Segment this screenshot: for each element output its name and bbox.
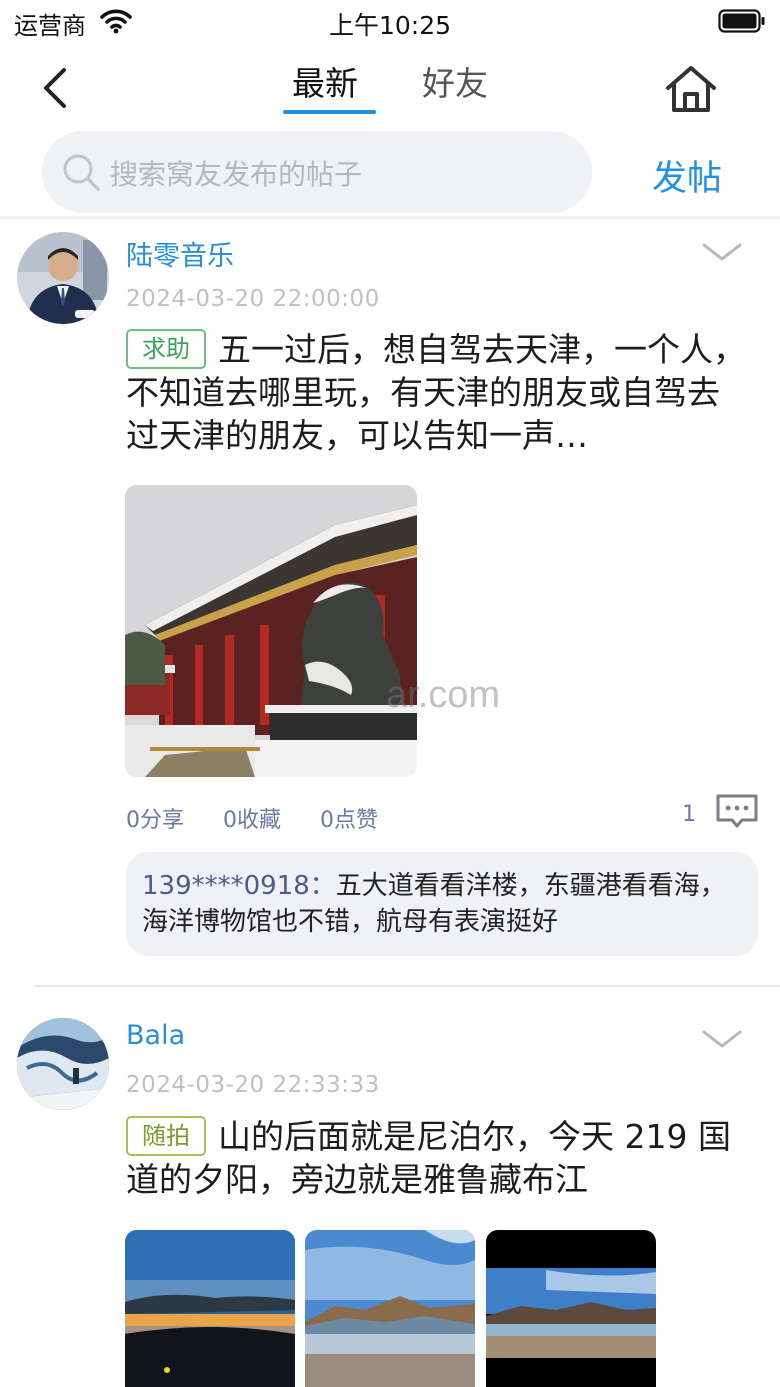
chevron-down-icon[interactable] <box>700 1027 744 1051</box>
post-image[interactable] <box>305 1230 475 1387</box>
reply-preview[interactable]: 139****0918：五大道看看洋楼，东疆港看看海，海洋博物馆也不错，航母有表… <box>126 852 758 956</box>
header-divider <box>0 216 780 219</box>
avatar[interactable] <box>17 1018 109 1110</box>
snowy-palace-stone-lion-image <box>125 485 417 777</box>
share-button[interactable]: 0分享 <box>126 802 184 834</box>
like-button[interactable]: 0点赞 <box>320 802 378 834</box>
battery-icon <box>718 9 765 33</box>
avatar[interactable] <box>17 232 109 324</box>
post-username[interactable]: 陆零音乐 <box>126 234 234 273</box>
tab-friends[interactable]: 好友 <box>422 62 488 112</box>
post-text: 五一过后，想自驾去天津，一个人，不知道去哪里玩，有天津的朋友或自驾去过天津的朋友… <box>126 330 746 455</box>
back-arrow-icon[interactable] <box>26 62 82 114</box>
post-actions: 0分享 0收藏 0点赞 1 <box>126 794 766 838</box>
tab-latest[interactable]: 最新 <box>292 62 358 112</box>
post-timestamp: 2024-03-20 22:33:33 <box>126 1072 380 1098</box>
post-image[interactable] <box>486 1230 656 1387</box>
post-text: 山的后面就是尼泊尔，今天 219 国道的夕阳，旁边就是雅鲁藏布江 <box>126 1117 731 1199</box>
favorite-button[interactable]: 0收藏 <box>223 802 281 834</box>
reply-username[interactable]: 139****0918： <box>142 871 336 901</box>
search-input[interactable]: 搜索窝友发布的帖子 <box>42 131 592 213</box>
mountain-river-plain-image <box>486 1230 656 1387</box>
active-tab-indicator <box>283 110 376 114</box>
new-post-button[interactable]: 发帖 <box>652 150 722 201</box>
watermark: ar.com <box>386 674 501 716</box>
post-username[interactable]: Bala <box>126 1020 185 1051</box>
post-content[interactable]: 随拍 山的后面就是尼泊尔，今天 219 国道的夕阳，旁边就是雅鲁藏布江 <box>126 1115 746 1201</box>
top-nav: 最新 好友 <box>0 50 780 124</box>
avatar-man-suit-image <box>17 232 109 324</box>
post-tag[interactable]: 随拍 <box>126 1116 206 1156</box>
avatar-glacier-image <box>17 1018 109 1110</box>
home-icon[interactable] <box>662 62 720 116</box>
search-icon <box>63 154 100 191</box>
post-divider <box>34 985 780 987</box>
chevron-down-icon[interactable] <box>700 240 744 264</box>
comment-count: 1 <box>682 802 696 827</box>
status-bar: 运营商 上午10:25 <box>0 0 780 44</box>
search-placeholder: 搜索窝友发布的帖子 <box>110 158 363 191</box>
sunset-car-dashboard-image <box>125 1230 295 1387</box>
post-content[interactable]: 求助 五一过后，想自驾去天津，一个人，不知道去哪里玩，有天津的朋友或自驾去过天津的… <box>126 328 746 457</box>
post-tag[interactable]: 求助 <box>126 329 206 369</box>
comment-icon[interactable] <box>714 792 760 830</box>
status-time: 上午10:25 <box>328 11 452 40</box>
post-image[interactable] <box>125 485 417 777</box>
mountain-lake-blue-sky-image <box>305 1230 475 1387</box>
post-timestamp: 2024-03-20 22:00:00 <box>126 286 380 312</box>
post-image[interactable] <box>125 1230 295 1387</box>
